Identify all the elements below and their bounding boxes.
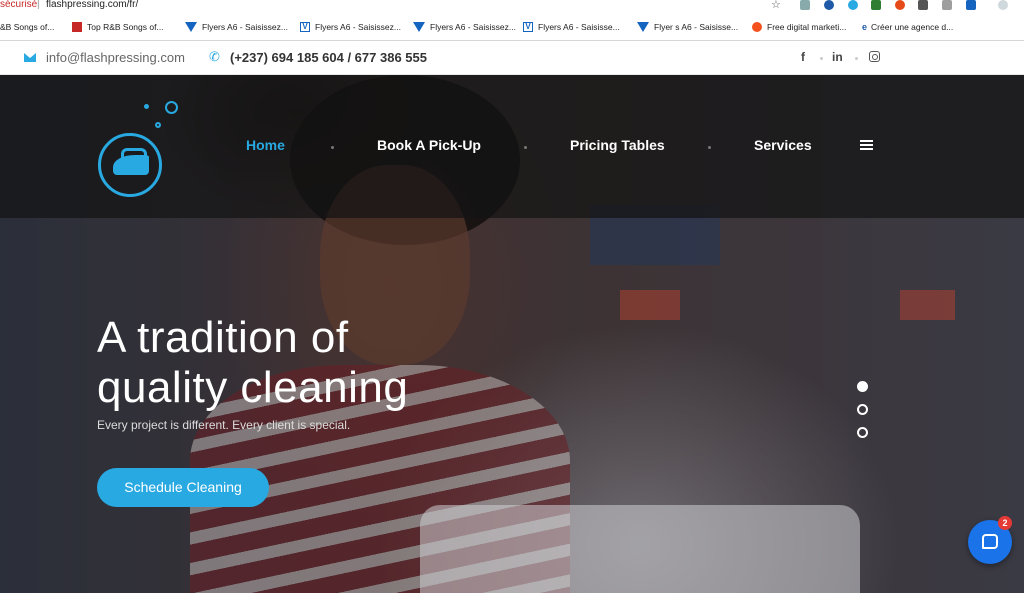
triangle-logo-icon	[637, 22, 649, 32]
chat-bubble-icon	[982, 534, 998, 549]
bubble-icon	[144, 104, 149, 109]
bookmark-star-icon[interactable]: ☆	[771, 0, 781, 11]
bubble-icon	[165, 101, 178, 114]
extension-circle-icon[interactable]	[824, 0, 834, 10]
instagram-icon[interactable]	[869, 51, 880, 62]
site-logo[interactable]	[98, 133, 162, 197]
v-logo-icon: V	[300, 22, 310, 32]
hamburger-menu-icon[interactable]	[860, 140, 873, 152]
nav-book-pickup[interactable]: Book A Pick-Up	[377, 137, 481, 153]
nav-pricing-tables[interactable]: Pricing Tables	[570, 137, 665, 153]
v-logo-icon: V	[523, 22, 533, 32]
slider-dot-2[interactable]	[857, 404, 868, 415]
profile-avatar[interactable]	[998, 0, 1008, 10]
bookmark-item[interactable]: e Créer une agence d...	[862, 22, 953, 32]
extension-blue-icon[interactable]	[848, 0, 858, 10]
bookmark-item[interactable]: Flyer s A6 - Saisisse...	[637, 22, 738, 32]
contact-email[interactable]: info@flashpressing.com	[46, 50, 185, 65]
eo-logo-icon: e	[862, 22, 868, 32]
bookmark-label: Top R&B Songs of...	[87, 22, 164, 32]
address-separator: |	[37, 0, 40, 10]
nav-divider	[708, 146, 711, 149]
hero-title-line: A tradition of	[97, 313, 349, 362]
bookmark-label: Flyers A6 - Saisissez...	[430, 22, 516, 32]
triangle-logo-icon	[185, 22, 197, 32]
chat-unread-badge: 2	[998, 516, 1012, 530]
bookmark-item[interactable]: Flyers A6 - Saisissez...	[413, 22, 516, 32]
bookmark-label: Flyer s A6 - Saisisse...	[654, 22, 739, 32]
bookmark-label: Créer une agence d...	[871, 22, 954, 32]
bookmark-label: Free digital marketi...	[767, 22, 847, 32]
linkedin-icon[interactable]: in	[832, 50, 843, 64]
extension-mail-icon[interactable]	[800, 0, 810, 10]
bookmark-item[interactable]: V Flyers A6 - Saisissez...	[300, 22, 401, 32]
triangle-logo-icon	[413, 22, 425, 32]
bubble-icon	[155, 122, 161, 128]
chat-widget-button[interactable]: 2	[968, 516, 1012, 564]
hero-subtitle: Every project is different. Every client…	[97, 418, 351, 432]
facebook-icon[interactable]: f	[801, 50, 805, 64]
hero-background-image	[900, 290, 955, 320]
bookmark-item[interactable]: V Flyers A6 - Saisisse...	[523, 22, 620, 32]
hero-title-line: quality cleaning	[97, 363, 409, 412]
social-divider	[820, 57, 823, 60]
slider-dot-1[interactable]	[857, 381, 868, 392]
extension-orange-icon[interactable]	[895, 0, 905, 10]
hero-background-image	[420, 505, 860, 593]
extension-grid-icon[interactable]	[942, 0, 952, 10]
nav-divider	[331, 146, 334, 149]
mail-icon	[24, 53, 36, 62]
bookmark-label: Flyers A6 - Saisisse...	[538, 22, 620, 32]
extension-dark-icon[interactable]	[918, 0, 928, 10]
nav-services[interactable]: Services	[754, 137, 812, 153]
hero-background-image	[620, 290, 680, 320]
address-url[interactable]: flashpressing.com/fr/	[46, 0, 138, 10]
contact-bar: info@flashpressing.com ✆ (+237) 694 185 …	[0, 41, 1024, 75]
bookmark-label: Flyers A6 - Saisissez...	[202, 22, 288, 32]
phone-icon: ✆	[209, 49, 220, 64]
red-logo-icon	[72, 22, 82, 32]
hero-slider: Home Book A Pick-Up Pricing Tables Servi…	[0, 75, 1024, 593]
slider-dot-3[interactable]	[857, 427, 868, 438]
main-navigation: Home Book A Pick-Up Pricing Tables Servi…	[0, 75, 1024, 218]
bookmark-label: Flyers A6 - Saisissez...	[315, 22, 401, 32]
bookmark-label: &B Songs of...	[0, 22, 55, 32]
extension-shield-icon[interactable]	[966, 0, 976, 10]
bookmark-item[interactable]: Top R&B Songs of...	[72, 22, 164, 32]
bookmark-item[interactable]: &B Songs of...	[0, 22, 54, 32]
nav-divider	[524, 146, 527, 149]
nav-home[interactable]: Home	[246, 137, 285, 153]
bookmark-item[interactable]: Flyers A6 - Saisissez...	[185, 22, 288, 32]
iron-icon	[113, 148, 149, 175]
browser-address-bar[interactable]: sécurisé | flashpressing.com/fr/ ☆	[0, 0, 1024, 13]
bookmark-item[interactable]: Free digital marketi...	[752, 22, 846, 32]
social-divider	[855, 57, 858, 60]
schedule-cleaning-button[interactable]: Schedule Cleaning	[97, 468, 269, 507]
extension-green-icon[interactable]	[871, 0, 881, 10]
hero-title: A tradition of quality cleaning	[97, 313, 517, 413]
bookmarks-bar: &B Songs of... Top R&B Songs of... Flyer…	[0, 13, 1024, 41]
contact-phone[interactable]: (+237) 694 185 604 / 677 386 555	[230, 50, 427, 65]
globe-icon	[752, 22, 762, 32]
insecure-indicator[interactable]: sécurisé	[0, 0, 37, 10]
